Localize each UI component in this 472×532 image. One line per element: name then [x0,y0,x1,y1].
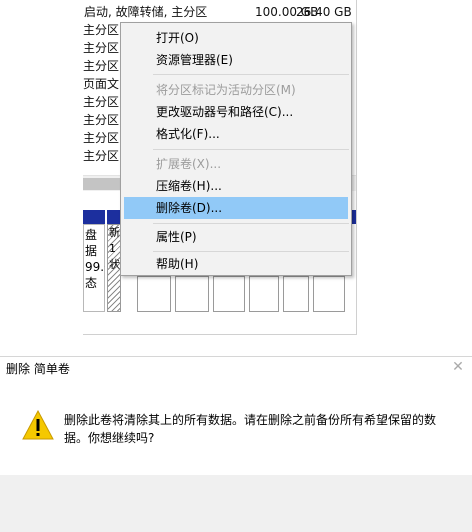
partition-text: 状 [109,258,120,271]
volume-status: 启动, 故障转储, 主分区 [84,5,208,19]
partition-text: 1 [109,242,116,255]
volume-row[interactable]: 主分区 [83,93,119,111]
menu-separator [153,149,349,150]
volume-status: 主分区 [83,23,120,37]
close-icon[interactable]: ✕ [451,359,465,375]
menu-item-change-drive-letter[interactable]: 更改驱动器号和路径(C)... [124,101,348,123]
disk-info-text: 盘 [85,228,98,242]
volume-status: 主分区 [83,41,120,55]
partition-text: 新 [109,226,120,239]
partition-block[interactable] [137,276,171,312]
delete-volume-dialog: 删除 简单卷 ✕ 删除此卷将清除其上的所有数据。请在删除之前备份所有希望保留的数… [0,356,472,532]
volume-row[interactable]: 主分区 [83,129,119,147]
partition-header-bar [107,210,121,224]
volume-free-space: 26.40 GB [296,5,352,19]
menu-item-open[interactable]: 打开(O) [124,27,348,49]
volume-row[interactable]: 主分区 [83,111,119,129]
dialog-title: 删除 简单卷 [6,362,70,376]
dialog-message-line: 删除此卷将清除其上的所有数据。请在删除之前备份所有希望保留的数 [64,413,437,427]
disk-info-text: 据 [85,244,98,258]
menu-item-mark-active: 将分区标记为活动分区(M) [156,83,296,97]
disk-info-text: 态 [85,276,98,290]
volume-status: 主分区 [83,113,120,127]
dialog-button-bar [0,475,472,532]
dialog-message-line: 据。你想继续吗? [64,431,155,445]
disk-header-bar [83,210,105,224]
partition-block[interactable] [213,276,245,312]
volume-status: 主分区 [83,149,120,163]
volume-row[interactable]: 主分区 [83,39,119,57]
volume-row[interactable]: 页面文 [83,75,119,93]
menu-separator [153,223,349,224]
volume-row[interactable]: 主分区 [83,57,119,75]
menu-item-format[interactable]: 格式化(F)... [124,123,348,145]
menu-item-explorer[interactable]: 资源管理器(E) [124,49,348,71]
volume-row[interactable]: 主分区 [83,21,119,39]
menu-separator [153,74,349,75]
menu-item-properties[interactable]: 属性(P) [124,226,348,248]
warning-icon [22,410,54,440]
menu-item-delete-volume[interactable]: 删除卷(D)... [124,197,348,219]
volume-status: 主分区 [83,131,120,145]
menu-item-extend-volume: 扩展卷(X)... [156,157,222,171]
menu-item-shrink-volume[interactable]: 压缩卷(H)... [124,175,348,197]
disk-info-box[interactable]: 盘 据 99.0 态 [83,224,105,312]
partition-block[interactable] [283,276,309,312]
volume-status: 主分区 [83,95,120,109]
volume-status: 主分区 [83,59,120,73]
volume-row[interactable]: 主分区 [83,147,119,165]
context-menu: 打开(O) 资源管理器(E) 将分区标记为活动分区(M) 更改驱动器号和路径(C… [120,22,352,276]
partition-block[interactable] [175,276,209,312]
partition-block[interactable] [249,276,279,312]
menu-item-help[interactable]: 帮助(H) [124,253,348,275]
scrollbar-thumb[interactable] [83,178,121,190]
volume-row[interactable]: 启动, 故障转储, 主分区 100.00 GB 26.40 GB [83,3,356,21]
disk-info-text: 99.0 [85,260,105,274]
menu-separator [153,251,349,252]
partition-block[interactable] [313,276,345,312]
volume-status: 页面文 [83,77,120,91]
